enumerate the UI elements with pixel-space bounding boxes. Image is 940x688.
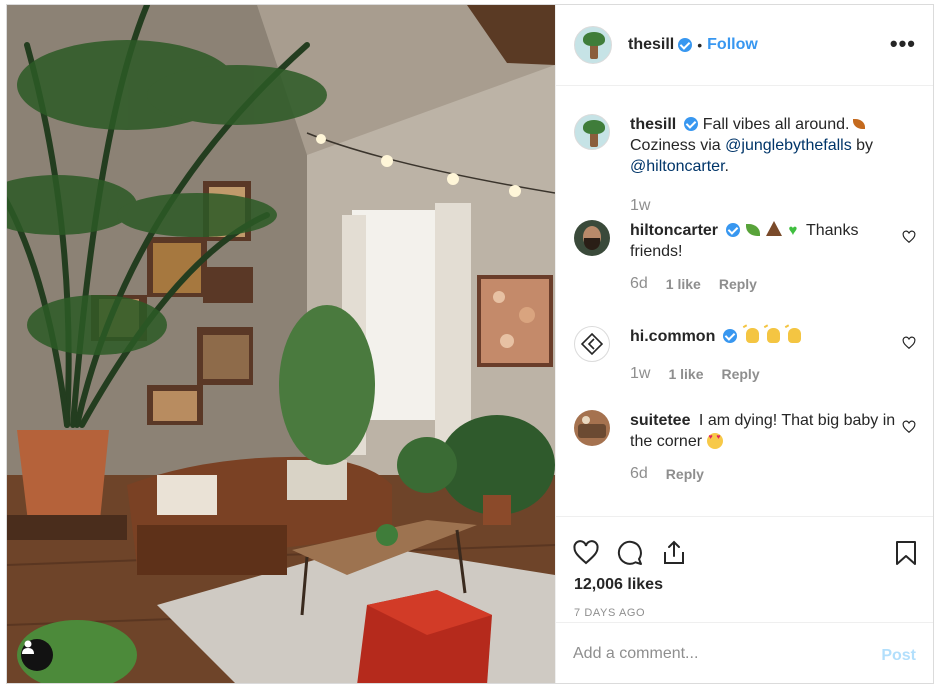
- verified-icon: [678, 38, 693, 52]
- comment-time[interactable]: 6d: [630, 275, 648, 293]
- comment-meta: 1w 1 like Reply: [630, 365, 916, 383]
- comment-item: hi.common 1w 1 like Reply: [574, 326, 916, 383]
- user-tag-icon[interactable]: [21, 639, 53, 671]
- comment-likes[interactable]: 1 like: [666, 276, 701, 292]
- caption-text-by: by: [856, 137, 874, 154]
- mention-link[interactable]: @junglebythefalls: [725, 137, 852, 154]
- verified-icon: [684, 117, 699, 131]
- post-actions: 12,006 likes 7 DAYS AGO: [556, 516, 933, 632]
- commenter-avatar[interactable]: [574, 410, 610, 446]
- herb-emoji-icon: [746, 224, 761, 236]
- commenter-avatar[interactable]: [574, 326, 610, 362]
- caption-username[interactable]: thesill: [630, 116, 676, 133]
- follow-button[interactable]: Follow: [707, 36, 758, 54]
- caption-text: thesill Fall vibes all around. Coziness …: [630, 114, 898, 177]
- post-comment-button[interactable]: Post: [881, 647, 916, 665]
- comment-username[interactable]: suitetee: [630, 412, 690, 429]
- hicommon-logo-icon: [581, 333, 603, 355]
- comment-item: suitetee I am dying! That big baby in th…: [574, 410, 916, 483]
- heart-icon[interactable]: [902, 420, 916, 434]
- heart-eyes-emoji-icon: [706, 433, 723, 449]
- comment-text: suitetee I am dying! That big baby in th…: [630, 410, 898, 452]
- green-heart-emoji-icon: ♥: [788, 222, 798, 239]
- clap-emoji-icon: [787, 328, 801, 343]
- comment-item: hiltoncarter ♥ Thanks friends! 6d 1 like…: [574, 220, 916, 293]
- comment-username[interactable]: hi.common: [630, 328, 715, 345]
- add-comment-bar: Post: [556, 622, 933, 683]
- comments-list[interactable]: thesill Fall vibes all around. Coziness …: [556, 86, 933, 516]
- heart-icon[interactable]: [902, 230, 916, 244]
- caption-meta: 1w: [630, 197, 916, 215]
- heart-icon[interactable]: [572, 539, 600, 567]
- comment-meta: 6d 1 like Reply: [630, 275, 916, 293]
- fallen-leaf-emoji-icon: [853, 119, 866, 129]
- likes-count[interactable]: 12,006 likes: [574, 576, 663, 594]
- separator-dot: •: [697, 37, 703, 53]
- comment-likes[interactable]: 1 like: [668, 366, 703, 382]
- heart-icon[interactable]: [902, 336, 916, 350]
- post-photo[interactable]: [7, 5, 555, 683]
- verified-icon: [723, 329, 738, 343]
- caption: thesill Fall vibes all around. Coziness …: [574, 114, 916, 215]
- reply-button[interactable]: Reply: [666, 466, 704, 482]
- post-header: thesill • Follow •••: [556, 5, 933, 86]
- comment-time[interactable]: 6d: [630, 465, 648, 483]
- comment-icon[interactable]: [616, 539, 644, 567]
- comment-input[interactable]: [573, 641, 863, 667]
- caption-text-middle: Coziness via: [630, 137, 721, 154]
- share-icon[interactable]: [660, 539, 688, 567]
- comment-username[interactable]: hiltoncarter: [630, 222, 718, 239]
- comment-text: hiltoncarter ♥ Thanks friends!: [630, 220, 898, 262]
- clap-emoji-icon: [766, 328, 780, 343]
- clap-emoji-icon: [745, 328, 759, 343]
- reply-button[interactable]: Reply: [719, 276, 757, 292]
- more-icon[interactable]: •••: [890, 33, 916, 55]
- post-side-panel: thesill • Follow ••• thesill Fall vibes …: [555, 5, 933, 683]
- author-avatar[interactable]: [574, 26, 612, 64]
- comment-time[interactable]: 1w: [630, 197, 650, 215]
- pray-emoji-icon: [766, 221, 783, 236]
- mention-link[interactable]: @hiltoncarter: [630, 158, 725, 175]
- caption-text-end: .: [724, 158, 729, 175]
- bookmark-icon[interactable]: [892, 539, 920, 567]
- reply-button[interactable]: Reply: [721, 366, 759, 382]
- commenter-avatar[interactable]: [574, 220, 610, 256]
- caption-avatar[interactable]: [574, 114, 610, 150]
- comment-time[interactable]: 1w: [630, 365, 650, 383]
- comment-meta: 6d Reply: [630, 465, 916, 483]
- post-frame: thesill • Follow ••• thesill Fall vibes …: [6, 4, 934, 684]
- author-username[interactable]: thesill: [628, 36, 674, 54]
- comment-text: hi.common: [630, 326, 898, 347]
- caption-text-before: Fall vibes all around.: [702, 116, 850, 133]
- living-room-illustration: [7, 5, 555, 683]
- verified-icon: [726, 223, 741, 237]
- post-timestamp[interactable]: 7 DAYS AGO: [574, 607, 645, 619]
